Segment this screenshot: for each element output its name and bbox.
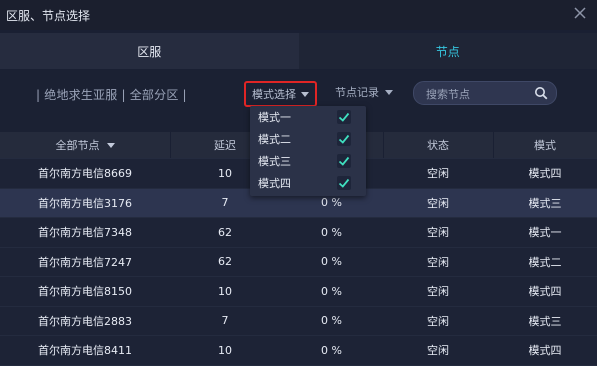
header-all-nodes-label: 全部节点 <box>56 137 100 153</box>
header-status: 状态 <box>383 132 493 158</box>
cell-node: 首尔南方电信8411 <box>0 336 170 365</box>
cell-status: 空闲 <box>383 189 493 218</box>
cell-mode: 模式四 <box>493 336 597 365</box>
cell-node: 首尔南方电信8669 <box>0 159 170 188</box>
cell-node: 首尔南方电信7247 <box>0 248 170 277</box>
header-mode: 模式 <box>493 132 597 158</box>
cell-status: 空闲 <box>383 218 493 247</box>
cell-latency: 62 <box>170 218 280 247</box>
cell-packet-loss: 0 % <box>280 307 383 336</box>
cell-node: 首尔南方电信8150 <box>0 277 170 306</box>
checkmark-icon[interactable] <box>337 132 351 146</box>
mode-select-button[interactable]: 模式选择 <box>244 81 317 107</box>
tab-server-label: 区服 <box>137 43 161 60</box>
search-icon[interactable] <box>534 86 548 100</box>
cell-status: 空闲 <box>383 248 493 277</box>
mode-select-label: 模式选择 <box>252 86 296 102</box>
cell-mode: 模式四 <box>493 277 597 306</box>
mode-option-label: 模式三 <box>258 153 291 169</box>
cell-node: 首尔南方电信3176 <box>0 189 170 218</box>
title-bar: 区服、节点选择 <box>0 0 597 30</box>
table-row[interactable]: 首尔南方电信8411 10 0 % 空闲 模式四 <box>0 336 597 366</box>
mode-option[interactable]: 模式一 <box>250 106 366 128</box>
table-row[interactable]: 首尔南方电信2883 7 0 % 空闲 模式三 <box>0 307 597 337</box>
tab-bar: 区服 节点 <box>0 33 597 69</box>
cell-mode: 模式三 <box>493 307 597 336</box>
cell-node: 首尔南方电信2883 <box>0 307 170 336</box>
cell-mode: 模式一 <box>493 218 597 247</box>
cell-packet-loss: 0 % <box>280 218 383 247</box>
mode-dropdown: 模式一 模式二 模式三 模式四 <box>250 106 366 196</box>
search-input[interactable] <box>424 84 533 104</box>
search-box[interactable] <box>413 81 557 105</box>
chevron-down-icon <box>385 90 393 95</box>
cell-latency: 62 <box>170 248 280 277</box>
cell-packet-loss: 0 % <box>280 277 383 306</box>
header-all-nodes[interactable]: 全部节点 <box>0 132 170 158</box>
tab-node[interactable]: 节点 <box>299 33 597 69</box>
mode-option[interactable]: 模式三 <box>250 150 366 172</box>
checkmark-icon[interactable] <box>337 154 351 168</box>
table-row[interactable]: 首尔南方电信7247 62 0 % 空闲 模式二 <box>0 248 597 278</box>
table-row[interactable]: 首尔南方电信8150 10 0 % 空闲 模式四 <box>0 277 597 307</box>
mode-option-label: 模式二 <box>258 131 291 147</box>
cell-status: 空闲 <box>383 277 493 306</box>
checkmark-icon[interactable] <box>337 176 351 190</box>
node-record-button[interactable]: 节点记录 <box>335 84 393 100</box>
cell-latency: 10 <box>170 336 280 365</box>
cell-latency: 7 <box>170 307 280 336</box>
close-icon[interactable] <box>571 4 589 22</box>
breadcrumb: | 绝地求生亚服 | 全部分区 | <box>36 86 187 103</box>
cell-status: 空闲 <box>383 336 493 365</box>
mode-option[interactable]: 模式二 <box>250 128 366 150</box>
table-row[interactable]: 首尔南方电信7348 62 0 % 空闲 模式一 <box>0 218 597 248</box>
tab-node-label: 节点 <box>436 43 460 60</box>
chevron-down-icon <box>107 143 115 148</box>
cell-latency: 10 <box>170 277 280 306</box>
cell-mode: 模式四 <box>493 159 597 188</box>
cell-mode: 模式三 <box>493 189 597 218</box>
tab-server[interactable]: 区服 <box>0 33 299 69</box>
checkmark-icon[interactable] <box>337 110 351 124</box>
chevron-down-icon <box>301 92 309 97</box>
cell-mode: 模式二 <box>493 248 597 277</box>
mode-option[interactable]: 模式四 <box>250 172 366 194</box>
cell-packet-loss: 0 % <box>280 336 383 365</box>
mode-option-label: 模式四 <box>258 175 291 191</box>
mode-option-label: 模式一 <box>258 109 291 125</box>
node-record-label: 节点记录 <box>335 84 379 100</box>
cell-node: 首尔南方电信7348 <box>0 218 170 247</box>
cell-status: 空闲 <box>383 307 493 336</box>
window-title: 区服、节点选择 <box>6 7 90 24</box>
cell-status: 空闲 <box>383 159 493 188</box>
cell-packet-loss: 0 % <box>280 248 383 277</box>
